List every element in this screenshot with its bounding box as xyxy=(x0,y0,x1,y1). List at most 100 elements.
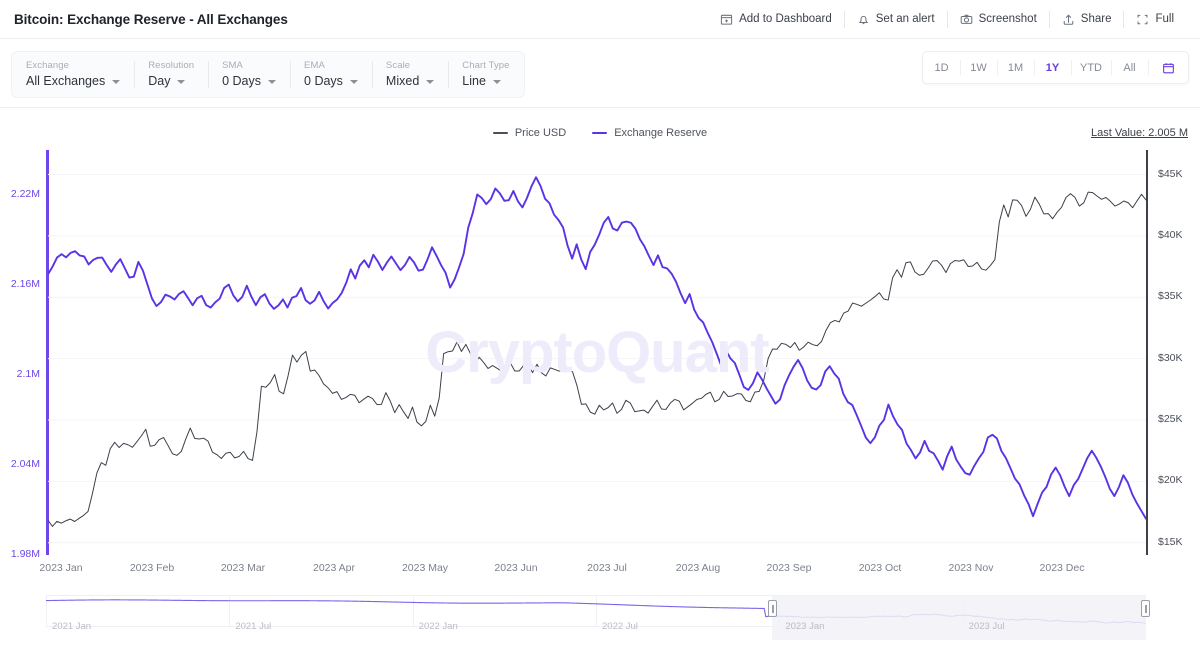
x-tick: 2023 Jul xyxy=(587,562,627,574)
chart-area: Price USD Exchange Reserve Last Value: 2… xyxy=(0,108,1200,646)
y-tick-left: 2.16M xyxy=(11,278,40,290)
x-tick: 2023 Nov xyxy=(949,562,994,574)
series-line-exchange-reserve xyxy=(48,177,1146,519)
sma-selector[interactable]: SMA 0 Days xyxy=(208,52,290,97)
chart-type-selector-value-text: Line xyxy=(462,74,486,89)
legend-swatch-exchange-reserve xyxy=(592,132,607,134)
resolution-selector[interactable]: Resolution Day xyxy=(134,52,208,97)
set-an-alert-button[interactable]: Set an alert xyxy=(845,9,947,29)
y-tick-right: $30K xyxy=(1158,352,1183,364)
fullscreen-icon xyxy=(1136,13,1149,26)
camera-icon xyxy=(960,13,973,26)
last-value-label[interactable]: Last Value: 2.005 M xyxy=(1091,122,1188,144)
navigator-selection-mask[interactable] xyxy=(772,595,1146,640)
y-tick-left: 2.04M xyxy=(11,458,40,470)
y-axis-left: 2.22M2.16M2.1M2.04M1.98M xyxy=(0,150,46,555)
page-title: Bitcoin: Exchange Reserve - All Exchange… xyxy=(14,12,288,27)
chart-type-selector[interactable]: Chart Type Line xyxy=(448,52,523,97)
page-header: Bitcoin: Exchange Reserve - All Exchange… xyxy=(0,0,1200,39)
resolution-selector-label: Resolution xyxy=(148,60,194,72)
exchange-selector[interactable]: Exchange All Exchanges xyxy=(12,52,134,97)
navigator-handle-left[interactable] xyxy=(768,600,777,617)
chevron-down-icon xyxy=(112,80,120,84)
navigator-x-label: 2023 Jul xyxy=(969,621,1005,632)
set-an-alert-label: Set an alert xyxy=(876,13,935,25)
sma-selector-label: SMA xyxy=(222,60,276,72)
x-tick: 2023 Oct xyxy=(859,562,902,574)
x-tick: 2023 Apr xyxy=(313,562,355,574)
add-to-dashboard-label: Add to Dashboard xyxy=(739,13,832,25)
date-picker-button[interactable] xyxy=(1148,52,1188,83)
time-range-group: 1D 1W 1M 1Y YTD All xyxy=(922,51,1189,84)
range-navigator[interactable]: 2021 Jan2021 Jul2022 Jan2022 Jul2023 Jan… xyxy=(46,595,1146,640)
chevron-down-icon xyxy=(426,80,434,84)
y-tick-right: $45K xyxy=(1158,168,1183,180)
plot-canvas[interactable]: CryptoQuant xyxy=(48,150,1146,555)
ema-selector-value: 0 Days xyxy=(304,74,358,89)
navigator-handle-right[interactable] xyxy=(1141,600,1150,617)
scale-selector-value-text: Mixed xyxy=(386,74,419,89)
bell-icon xyxy=(857,13,870,26)
x-tick: 2023 Jan xyxy=(39,562,82,574)
navigator-x-label: 2021 Jul xyxy=(235,621,271,632)
fullscreen-label: Full xyxy=(1155,13,1174,25)
range-1m[interactable]: 1M xyxy=(997,52,1034,83)
sma-selector-value-text: 0 Days xyxy=(222,74,261,89)
range-1w[interactable]: 1W xyxy=(960,52,997,83)
legend-item-exchange-reserve[interactable]: Exchange Reserve xyxy=(592,127,707,139)
navigator-x-label: 2022 Jul xyxy=(602,621,638,632)
legend-swatch-price-usd xyxy=(493,132,508,134)
range-ytd[interactable]: YTD xyxy=(1071,52,1111,83)
add-to-dashboard-button[interactable]: Add to Dashboard xyxy=(708,9,844,29)
x-tick: 2023 Mar xyxy=(221,562,265,574)
y-tick-right: $35K xyxy=(1158,290,1183,302)
chart-page: Bitcoin: Exchange Reserve - All Exchange… xyxy=(0,0,1200,646)
y-tick-right: $15K xyxy=(1158,536,1183,548)
range-1d[interactable]: 1D xyxy=(923,52,960,83)
exchange-selector-value-text: All Exchanges xyxy=(26,74,105,89)
plot-svg xyxy=(48,150,1146,555)
share-icon xyxy=(1062,13,1075,26)
exchange-selector-label: Exchange xyxy=(26,60,120,72)
scale-selector-value: Mixed xyxy=(386,74,434,89)
chart-toolbar: Exchange All Exchanges Resolution Day SM… xyxy=(0,39,1200,108)
range-1y[interactable]: 1Y xyxy=(1034,52,1071,83)
y-axis-right-line xyxy=(1146,150,1148,555)
series-line-price-usd xyxy=(48,192,1146,526)
ema-selector-label: EMA xyxy=(304,60,358,72)
resolution-selector-value: Day xyxy=(148,74,194,89)
fullscreen-button[interactable]: Full xyxy=(1124,9,1186,29)
chart-settings-group: Exchange All Exchanges Resolution Day SM… xyxy=(11,51,525,98)
chevron-down-icon xyxy=(177,80,185,84)
x-axis: 2023 Jan 2023 Feb 2023 Mar 2023 Apr 2023 May… xyxy=(0,557,1200,581)
navigator-x-label: 2021 Jan xyxy=(52,621,91,632)
y-tick-left: 2.1M xyxy=(17,368,40,380)
y-axis-right: $45K$40K$35K$30K$25K$20K$15K xyxy=(1152,150,1200,555)
legend-label-exchange-reserve: Exchange Reserve xyxy=(614,127,707,139)
legend-item-price-usd[interactable]: Price USD xyxy=(493,127,566,139)
share-label: Share xyxy=(1081,13,1112,25)
chevron-down-icon xyxy=(268,80,276,84)
x-tick: 2023 Jun xyxy=(494,562,537,574)
ema-selector-value-text: 0 Days xyxy=(304,74,343,89)
exchange-selector-value: All Exchanges xyxy=(26,74,120,89)
y-tick-left: 2.22M xyxy=(11,188,40,200)
y-tick-right: $40K xyxy=(1158,229,1183,241)
sma-selector-value: 0 Days xyxy=(222,74,276,89)
x-tick: 2023 Feb xyxy=(130,562,174,574)
chart-legend: Price USD Exchange Reserve xyxy=(0,122,1200,144)
y-tick-right: $25K xyxy=(1158,413,1183,425)
chart-type-selector-value: Line xyxy=(462,74,509,89)
share-button[interactable]: Share xyxy=(1050,9,1124,29)
screenshot-button[interactable]: Screenshot xyxy=(948,9,1049,29)
range-all[interactable]: All xyxy=(1111,52,1148,83)
x-tick: 2023 May xyxy=(402,562,448,574)
scale-selector[interactable]: Scale Mixed xyxy=(372,52,448,97)
x-tick: 2023 Aug xyxy=(676,562,720,574)
legend-label-price-usd: Price USD xyxy=(515,127,566,139)
chevron-down-icon xyxy=(493,80,501,84)
screenshot-label: Screenshot xyxy=(979,13,1037,25)
ema-selector[interactable]: EMA 0 Days xyxy=(290,52,372,97)
x-tick: 2023 Dec xyxy=(1040,562,1085,574)
calendar-icon xyxy=(1162,61,1175,74)
